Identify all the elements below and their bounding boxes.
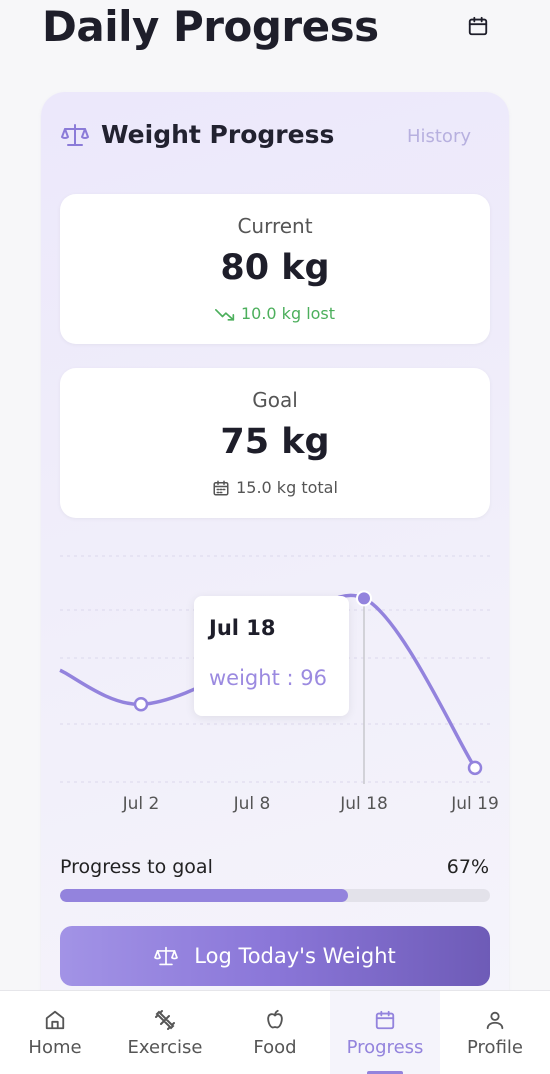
goal-weight-box: Goal 75 kg 15.0 kg total xyxy=(60,368,490,518)
x-tick-label: Jul 19 xyxy=(450,794,499,814)
home-icon xyxy=(43,1008,67,1032)
nav-item-profile[interactable]: Profile xyxy=(440,991,550,1074)
weight-progress-card: Weight Progress History Current 80 kg 10… xyxy=(41,92,509,1012)
current-value: 80 kg xyxy=(220,248,330,288)
progress-bar xyxy=(60,889,490,902)
nav-label-profile: Profile xyxy=(467,1037,523,1058)
scale-icon xyxy=(154,946,179,966)
nav-item-home[interactable]: Home xyxy=(0,991,110,1074)
calendar-button[interactable] xyxy=(466,14,490,38)
weight-lost: 10.0 kg lost xyxy=(60,304,490,323)
user-icon xyxy=(483,1008,507,1032)
goal-value: 75 kg xyxy=(220,422,330,462)
nav-label-progress: Progress xyxy=(346,1037,424,1058)
bottom-nav: Home Exercise Food Progress Profile xyxy=(0,990,550,1074)
calendar-small-icon xyxy=(213,480,229,495)
x-tick-label: Jul 8 xyxy=(233,794,271,814)
chart-tooltip: Jul 18 weight : 96 xyxy=(194,596,349,716)
goal-total-text: 15.0 kg total xyxy=(236,478,338,497)
x-tick-label: Jul 2 xyxy=(122,794,160,814)
log-weight-label: Log Today's Weight xyxy=(194,944,396,968)
nav-item-food[interactable]: Food xyxy=(220,991,330,1074)
data-point[interactable] xyxy=(356,590,372,607)
calendar-icon xyxy=(373,1008,397,1032)
card-title: Weight Progress xyxy=(101,120,335,149)
goal-label: Goal xyxy=(252,388,298,412)
trending-down-icon xyxy=(214,308,235,321)
dumbbell-icon xyxy=(153,1008,177,1032)
x-tick-label: Jul 18 xyxy=(339,794,388,814)
progress-percent: 67% xyxy=(446,856,489,878)
progress-label: Progress to goal xyxy=(60,856,213,878)
page-title: Daily Progress xyxy=(42,2,379,51)
progress-bar-fill xyxy=(60,889,349,902)
goal-total: 15.0 kg total xyxy=(60,478,490,497)
apple-icon xyxy=(263,1008,287,1032)
calendar-icon xyxy=(468,16,488,36)
scale-icon xyxy=(61,123,89,146)
weight-lost-text: 10.0 kg lost xyxy=(240,304,336,323)
nav-item-exercise[interactable]: Exercise xyxy=(110,991,220,1074)
nav-label-food: Food xyxy=(253,1037,297,1058)
log-weight-button[interactable]: Log Today's Weight xyxy=(60,926,490,986)
nav-item-progress[interactable]: Progress xyxy=(330,991,440,1074)
nav-label-home: Home xyxy=(28,1037,82,1058)
history-link[interactable]: History xyxy=(407,126,471,147)
data-point[interactable] xyxy=(467,760,483,776)
current-label: Current xyxy=(237,214,313,238)
current-weight-box: Current 80 kg 10.0 kg lost xyxy=(60,194,490,344)
tooltip-value: weight : 96 xyxy=(209,666,327,690)
card-header: Weight Progress xyxy=(61,120,334,149)
tooltip-date: Jul 18 xyxy=(209,616,276,640)
data-point[interactable] xyxy=(133,697,149,712)
nav-label-exercise: Exercise xyxy=(127,1037,203,1058)
